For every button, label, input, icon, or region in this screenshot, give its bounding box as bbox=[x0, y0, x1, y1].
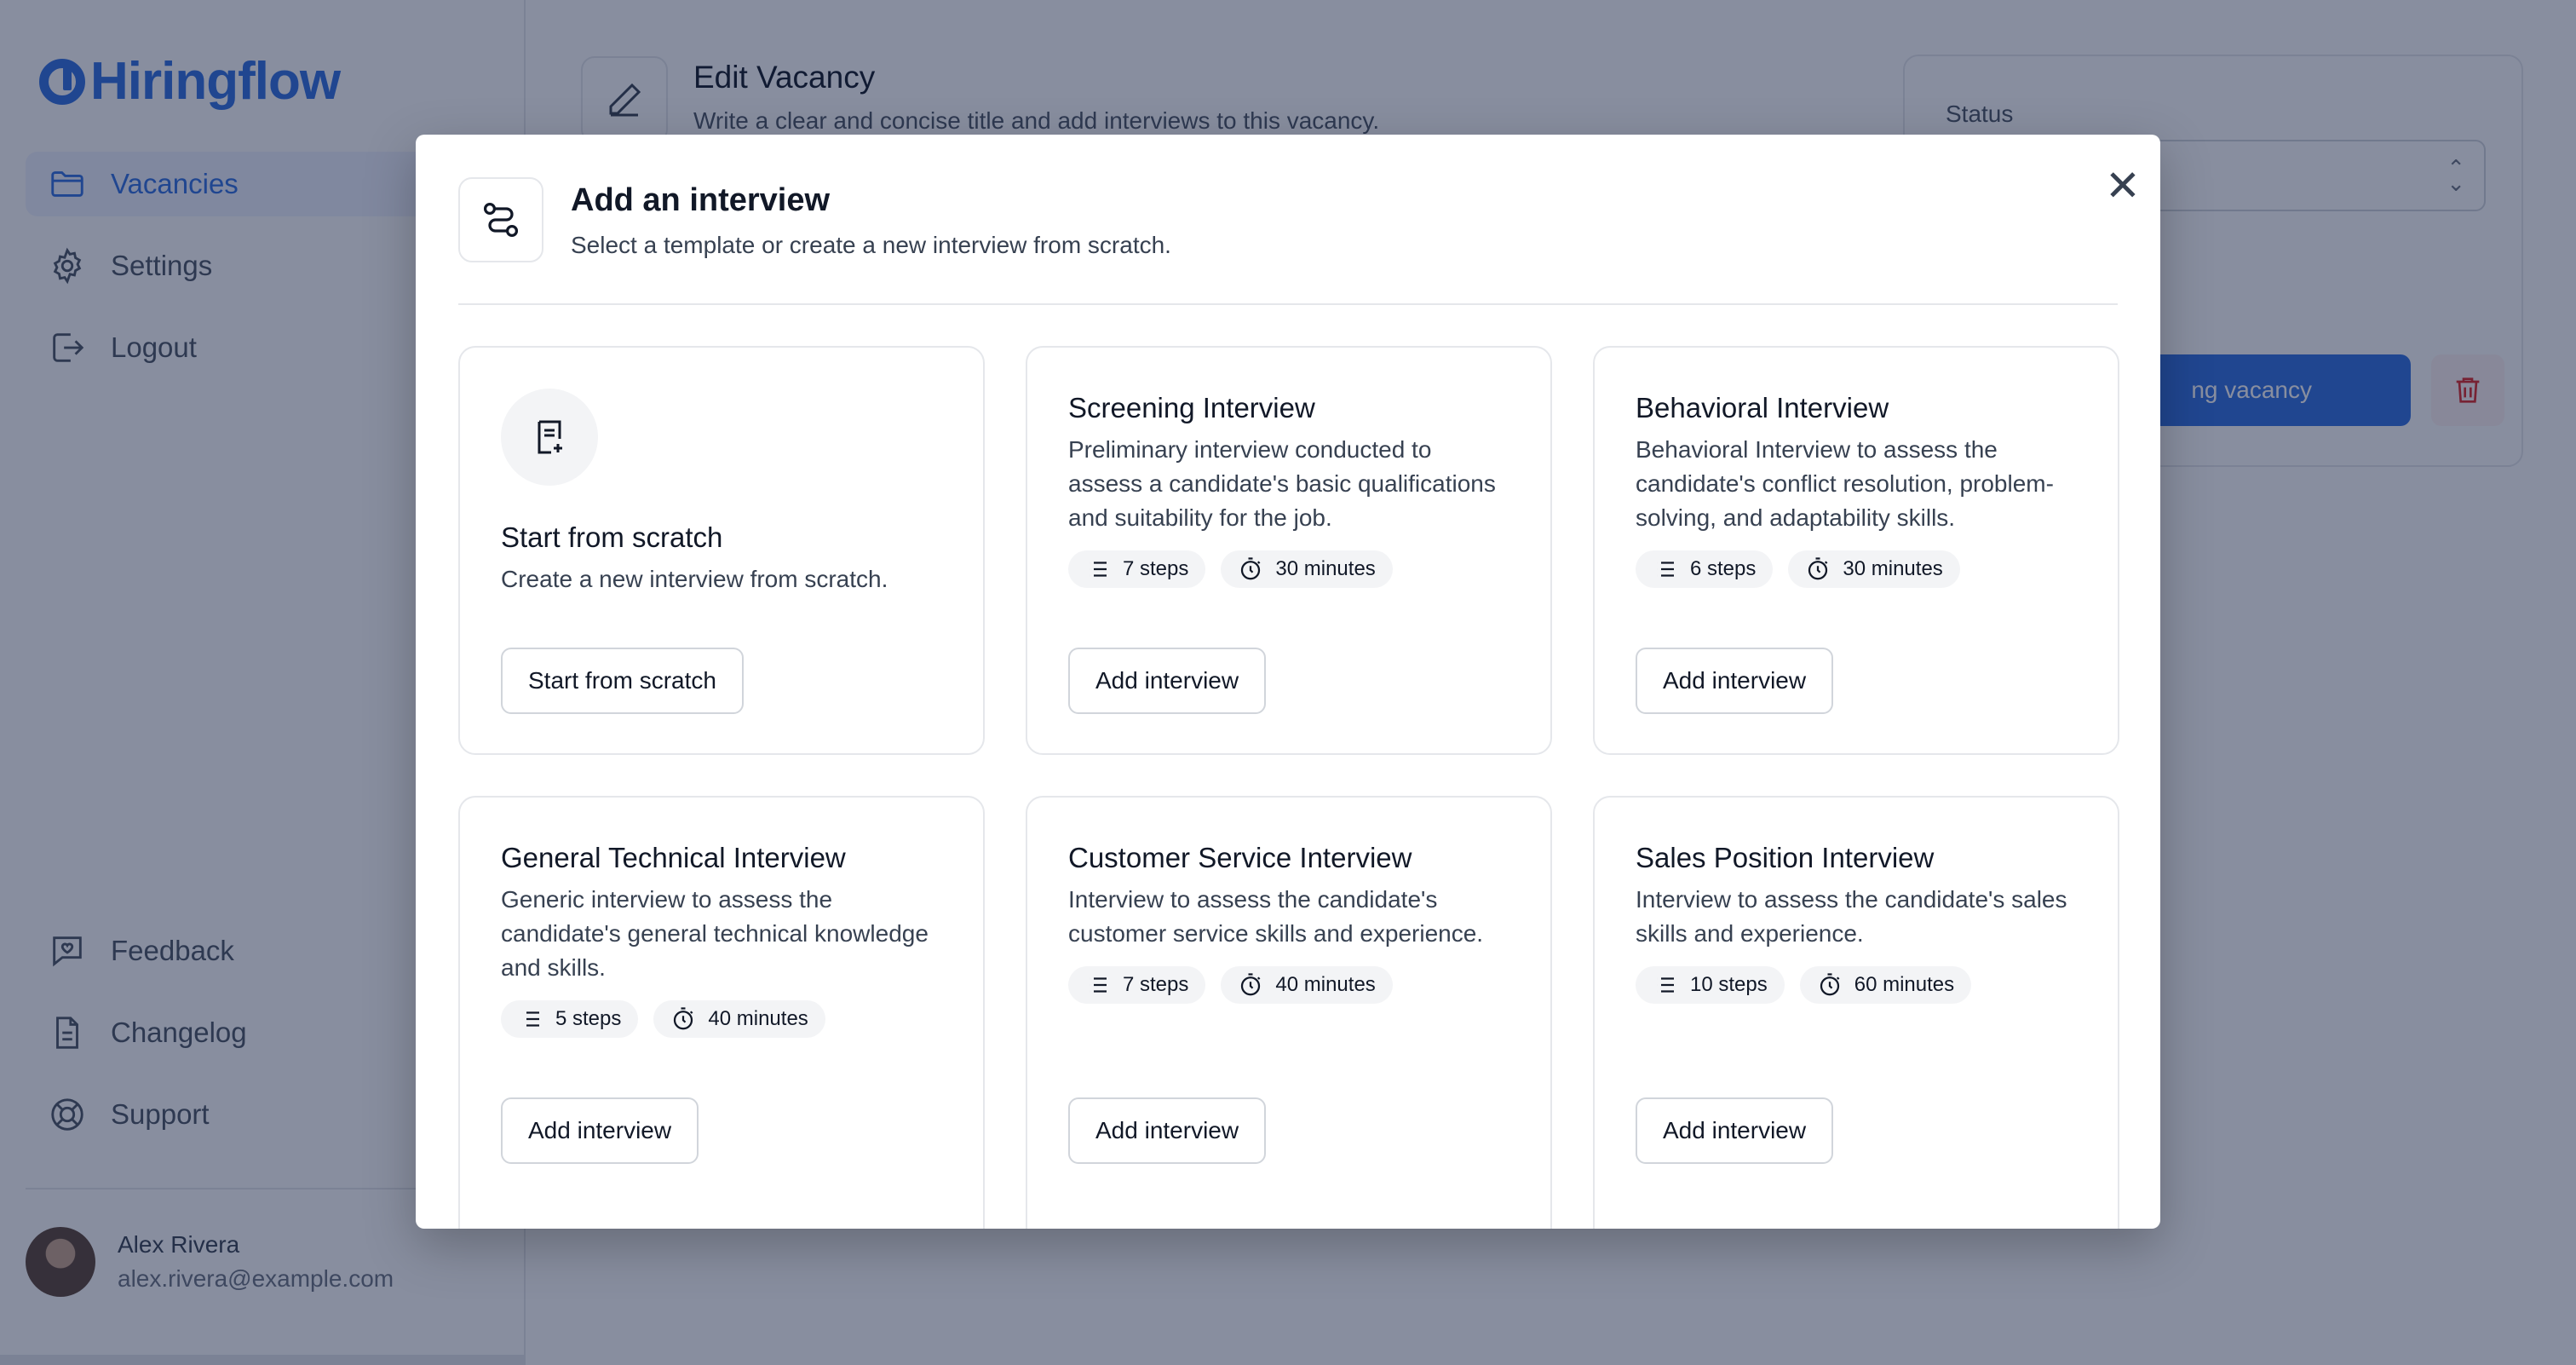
stopwatch-icon bbox=[1241, 973, 1261, 996]
card-title: Sales Position Interview bbox=[1636, 842, 1935, 873]
document-plus-icon bbox=[538, 420, 562, 454]
template-card-customer-service: Customer Service Interview Interview to … bbox=[1026, 796, 1552, 1229]
list-icon bbox=[1657, 977, 1674, 993]
template-card-screening: Screening Interview Preliminary intervie… bbox=[1026, 346, 1552, 755]
modal-subtitle: Select a template or create a new interv… bbox=[571, 232, 1171, 258]
stopwatch-icon bbox=[1808, 557, 1828, 580]
card-title: Behavioral Interview bbox=[1636, 392, 1889, 423]
card-title: Start from scratch bbox=[501, 521, 723, 553]
duration: 30 minutes bbox=[1843, 557, 1943, 580]
card-title: Customer Service Interview bbox=[1068, 842, 1412, 873]
stopwatch-icon bbox=[1241, 557, 1261, 580]
duration-badge: 30 minutes bbox=[1221, 550, 1393, 588]
modal-title: Add an interview bbox=[571, 182, 831, 218]
add-interview-button[interactable]: Add interview bbox=[1068, 648, 1267, 714]
card-description: Create a new interview from scratch. bbox=[501, 566, 888, 592]
duration: 40 minutes bbox=[1275, 973, 1376, 996]
steps-count: 6 steps bbox=[1690, 557, 1757, 580]
steps-count: 7 steps bbox=[1123, 557, 1189, 580]
stopwatch-icon bbox=[1820, 973, 1840, 996]
list-icon bbox=[1090, 562, 1107, 577]
duration-badge: 60 minutes bbox=[1799, 966, 1972, 1004]
modal-divider bbox=[458, 303, 2118, 305]
add-interview-button[interactable]: Add interview bbox=[1636, 648, 1834, 714]
add-interview-button[interactable]: Add interview bbox=[1636, 1097, 1834, 1164]
template-card-behavioral: Behavioral Interview Behavioral Intervie… bbox=[1593, 346, 2119, 755]
duration-badge: 30 minutes bbox=[1788, 550, 1960, 588]
add-interview-modal: Add an interview Select a template or cr… bbox=[416, 135, 2160, 1229]
add-interview-button[interactable]: Add interview bbox=[501, 1097, 699, 1164]
duration-badge: 40 minutes bbox=[653, 1000, 825, 1038]
start-from-scratch-button[interactable]: Start from scratch bbox=[501, 648, 744, 714]
template-card-general-technical: General Technical Interview Generic inte… bbox=[458, 796, 985, 1229]
steps-badge: 10 steps bbox=[1636, 966, 1785, 1004]
route-icon bbox=[483, 202, 519, 238]
list-icon bbox=[1090, 977, 1107, 993]
steps-badge: 6 steps bbox=[1636, 550, 1774, 588]
card-description: Preliminary interview conducted to asses… bbox=[1068, 436, 1496, 531]
card-description: Interview to assess the candidate's sale… bbox=[1636, 886, 2067, 947]
steps-badge: 5 steps bbox=[501, 1000, 639, 1038]
duration: 60 minutes bbox=[1854, 973, 1955, 996]
steps-badge: 7 steps bbox=[1068, 550, 1206, 588]
card-description: Interview to assess the candidate's cust… bbox=[1068, 886, 1484, 947]
stopwatch-icon bbox=[674, 1007, 693, 1030]
template-card-sales-position: Sales Position Interview Interview to as… bbox=[1593, 796, 2119, 1229]
close-icon[interactable]: ✕ bbox=[2097, 160, 2148, 211]
add-interview-button[interactable]: Add interview bbox=[1068, 1097, 1267, 1164]
duration: 30 minutes bbox=[1275, 557, 1376, 580]
card-description: Behavioral Interview to assess the candi… bbox=[1636, 436, 2054, 531]
list-icon bbox=[522, 1011, 539, 1027]
steps-count: 10 steps bbox=[1690, 973, 1768, 996]
list-icon bbox=[1657, 562, 1674, 577]
scratch-card: Start from scratch Create a new intervie… bbox=[458, 346, 985, 755]
scratch-icon-circle bbox=[501, 389, 598, 486]
steps-count: 7 steps bbox=[1123, 973, 1189, 996]
duration-badge: 40 minutes bbox=[1221, 966, 1393, 1004]
steps-count: 5 steps bbox=[555, 1007, 622, 1030]
card-description: Generic interview to assess the candidat… bbox=[501, 886, 929, 981]
duration: 40 minutes bbox=[708, 1007, 808, 1030]
route-icon-box bbox=[458, 177, 543, 262]
card-title: Screening Interview bbox=[1068, 392, 1315, 423]
card-title: General Technical Interview bbox=[501, 842, 846, 873]
steps-badge: 7 steps bbox=[1068, 966, 1206, 1004]
